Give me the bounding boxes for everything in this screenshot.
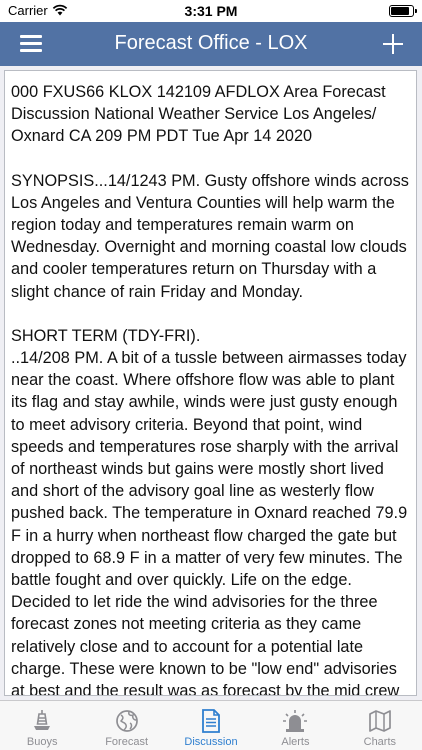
tab-buoys[interactable]: Buoys bbox=[0, 701, 84, 750]
plus-icon[interactable] bbox=[376, 27, 410, 61]
short-term-heading: SHORT TERM (TDY-FRI). bbox=[11, 326, 201, 345]
content-area: 000 FXUS66 KLOX 142109 AFDLOX Area Forec… bbox=[0, 66, 422, 700]
globe-icon bbox=[115, 710, 138, 732]
tab-label: Discussion bbox=[184, 736, 238, 748]
alarm-icon bbox=[283, 710, 308, 732]
tab-charts[interactable]: Charts bbox=[338, 701, 422, 750]
tab-label: Charts bbox=[363, 736, 397, 748]
tab-label: Alerts bbox=[281, 736, 310, 748]
discussion-header: 000 FXUS66 KLOX 142109 AFDLOX Area Forec… bbox=[11, 83, 386, 146]
discussion-text-view[interactable]: 000 FXUS66 KLOX 142109 AFDLOX Area Forec… bbox=[4, 70, 417, 696]
tab-bar: Buoys Forecast Discussion Alerts Charts bbox=[0, 700, 422, 750]
document-icon bbox=[202, 709, 220, 733]
page-title: Forecast Office - LOX bbox=[114, 32, 308, 54]
battery-level bbox=[391, 7, 409, 15]
synopsis-paragraph: SYNOPSIS...14/1243 PM. Gusty offshore wi… bbox=[11, 171, 409, 301]
map-icon bbox=[368, 710, 391, 732]
tab-forecast[interactable]: Forecast bbox=[84, 701, 168, 750]
tab-label: Buoys bbox=[26, 736, 58, 748]
status-bar: Carrier 3:31 PM bbox=[0, 0, 422, 22]
short-term-paragraph: ..14/208 PM. A bit of a tussle between a… bbox=[11, 349, 408, 696]
navigation-bar: Forecast Office - LOX bbox=[0, 22, 422, 66]
clock-time: 3:31 PM bbox=[184, 3, 238, 19]
tab-discussion[interactable]: Discussion bbox=[169, 701, 253, 750]
tab-label: Forecast bbox=[105, 736, 148, 748]
tab-alerts[interactable]: Alerts bbox=[253, 701, 337, 750]
battery-icon bbox=[389, 5, 417, 17]
buoy-icon bbox=[34, 710, 51, 730]
